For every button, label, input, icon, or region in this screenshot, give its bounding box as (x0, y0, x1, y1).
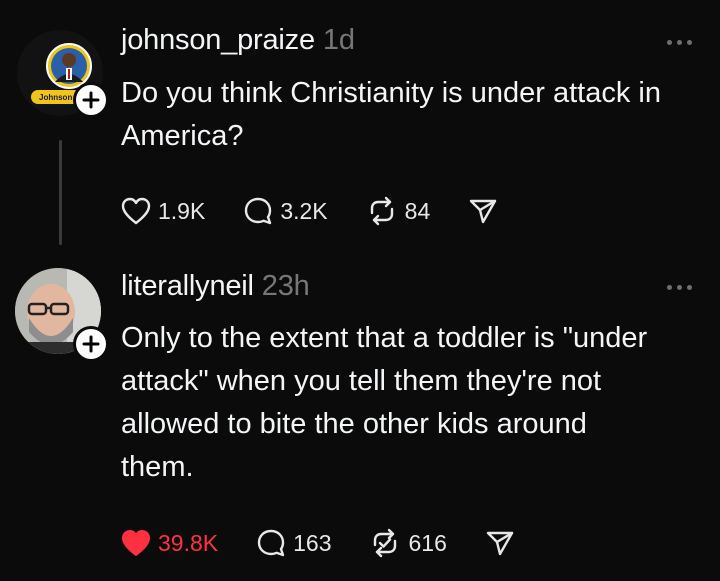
more-icon[interactable] (667, 285, 692, 290)
reply-button[interactable]: 163 (256, 528, 331, 558)
share-icon (486, 531, 514, 556)
post-johnson-praize: Johnson P johnson_praize 1d Do you think … (0, 0, 720, 260)
repost-count: 616 (408, 529, 447, 556)
follow-plus-button[interactable] (73, 326, 109, 362)
heart-icon (121, 197, 151, 225)
post-text: Do you think Christianity is under attac… (121, 77, 661, 152)
username-row: literallyneil 23h (121, 270, 310, 303)
repost-count: 84 (404, 197, 431, 224)
share-button[interactable] (485, 529, 515, 557)
post-literallyneil: literallyneil 23h Only to the extent that… (0, 260, 720, 581)
post-time: 23h (261, 270, 310, 302)
more-icon[interactable] (667, 40, 692, 45)
like-button[interactable]: 39.8K (121, 529, 218, 557)
reply-count: 163 (293, 529, 332, 556)
follow-plus-button[interactable] (73, 82, 109, 118)
thread-line (59, 140, 62, 245)
repost-icon (370, 196, 393, 226)
post-time: 1d (322, 24, 355, 56)
like-count: 1.9K (158, 197, 206, 224)
reply-button[interactable]: 3.2K (243, 196, 328, 226)
repost-button[interactable]: 616 (369, 528, 447, 558)
username-link[interactable]: johnson_praize (121, 24, 315, 56)
repost-button[interactable]: 84 (366, 196, 431, 226)
post-text: Only to the extent that a toddler is "un… (121, 322, 648, 483)
plus-icon (82, 335, 100, 353)
username-link[interactable]: literallyneil (121, 270, 254, 302)
reply-count: 3.2K (280, 197, 328, 224)
like-count: 39.8K (158, 529, 219, 556)
reply-icon (245, 197, 272, 225)
action-bar: 39.8K 163 616 (121, 528, 553, 558)
username-row: johnson_praize 1d (121, 24, 355, 57)
repost-check-icon (374, 528, 397, 558)
like-button[interactable]: 1.9K (121, 197, 205, 225)
action-bar: 1.9K 3.2K 84 (121, 196, 536, 226)
share-icon (470, 199, 497, 224)
reply-icon (257, 529, 285, 557)
heart-filled-icon (122, 530, 150, 556)
share-button[interactable] (468, 197, 498, 225)
plus-icon (82, 91, 100, 109)
